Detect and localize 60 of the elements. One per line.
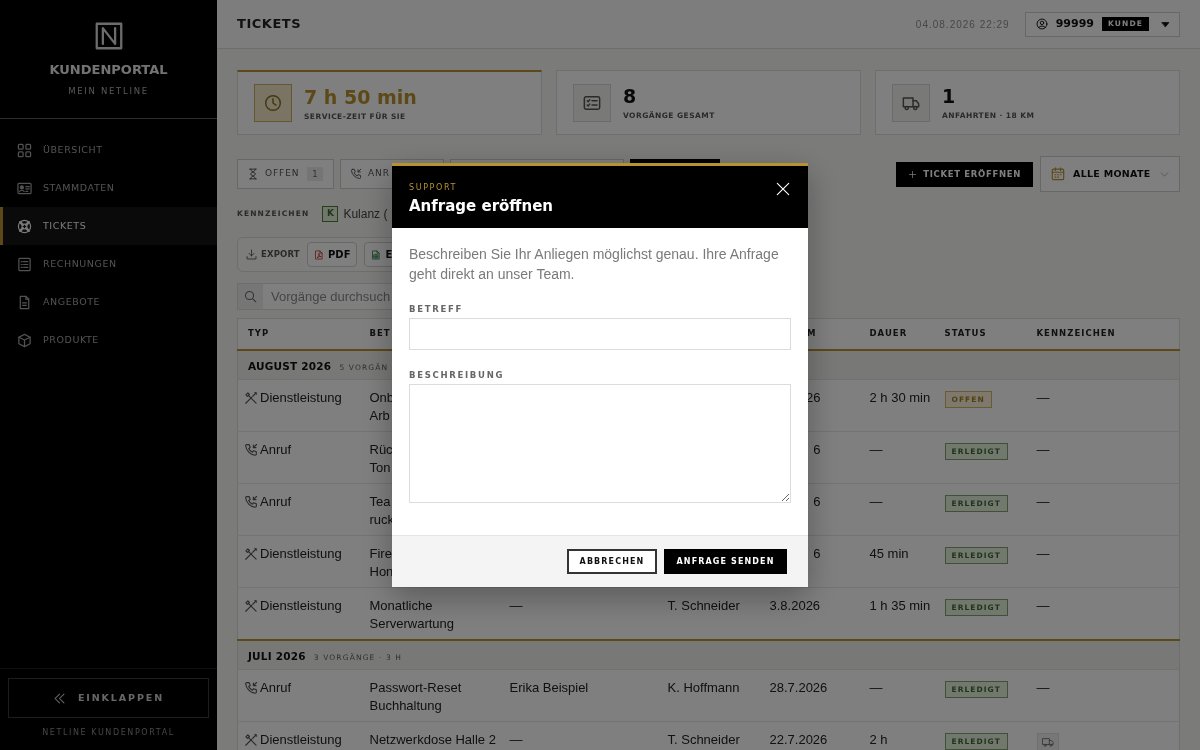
- ticket-date: 6: [813, 494, 821, 509]
- ticket-date: 3.8.2026: [769, 598, 821, 613]
- ticket-date: 6: [813, 546, 821, 561]
- column-header: STATUS: [944, 328, 987, 339]
- ticket-date: 6: [813, 442, 821, 457]
- group-title: JULI 2026: [248, 649, 306, 662]
- contact-name: —: [509, 598, 523, 613]
- page-title: TICKETS: [237, 16, 302, 32]
- ticket-duration: 2 h 30 min: [869, 390, 931, 405]
- field-label: BESCHREIBUNG: [409, 370, 505, 380]
- ticket-duration: 2 h: [869, 732, 888, 747]
- technician-name: K. Hoffmann: [667, 680, 740, 695]
- ticket-duration: —: [869, 494, 883, 509]
- column-header: KENNZEICHEN: [1036, 328, 1116, 339]
- ticket-type: Dienstleistung: [260, 545, 342, 563]
- column-header: TYP: [248, 328, 270, 339]
- ticket-duration: 45 min: [869, 546, 909, 561]
- stat-value: 7 h 50 min: [304, 85, 417, 108]
- ticket-duration: —: [869, 442, 883, 457]
- contact-name: —: [509, 732, 523, 747]
- ticket-type: Anruf: [260, 493, 292, 511]
- ticket-type: Dienstleistung: [260, 597, 342, 615]
- tag-letter: K: [322, 206, 339, 222]
- ticket-subject: Netzwerkdose Halle 2: [369, 731, 496, 749]
- portal-subtitle: MEIN NETLINE: [68, 86, 149, 96]
- stat-value: 1: [942, 85, 957, 107]
- mark-text: —: [1036, 598, 1050, 613]
- dialog-title: Anfrage eröffnen: [409, 196, 554, 216]
- mark-text: —: [1036, 494, 1050, 509]
- ticket-type: Dienstleistung: [260, 731, 342, 749]
- portal-title: KUNDENPORTAL: [49, 62, 168, 78]
- ticket-type: Dienstleistung: [260, 389, 342, 407]
- ticket-type: Anruf: [260, 441, 292, 459]
- technician-name: T. Schneider: [667, 732, 740, 747]
- contact-name: Erika Beispiel: [509, 680, 589, 695]
- dialog-eyebrow: SUPPORT: [409, 183, 457, 193]
- ticket-subject: Fire Hon: [369, 545, 394, 581]
- stat-value: 8: [623, 85, 638, 107]
- ticket-date: 28.7.2026: [769, 680, 828, 695]
- ticket-date: 22.7.2026: [769, 732, 828, 747]
- mark-text: —: [1036, 442, 1050, 457]
- export-label: EXPORT: [261, 248, 300, 261]
- group-title: AUGUST 2026: [248, 359, 332, 372]
- field-label: BETREFF: [409, 304, 463, 314]
- mark-text: —: [1036, 390, 1050, 405]
- ticket-subject: Monatliche Serverwartung: [369, 597, 455, 633]
- sidebar-footer-text: NETLINE KUNDENPORTAL: [42, 728, 175, 738]
- mark-text: —: [1036, 546, 1050, 561]
- technician-name: T. Schneider: [667, 598, 740, 613]
- tab-count: 1: [307, 166, 323, 182]
- ticket-duration: 1 h 35 min: [869, 598, 931, 613]
- ticket-type: Anruf: [260, 679, 292, 697]
- mark-text: —: [1036, 680, 1050, 695]
- column-header: DAUER: [869, 328, 908, 339]
- ticket-subject: Passwort-Reset Buchhaltung: [369, 679, 462, 715]
- dialog-description: Beschreiben Sie Ihr Anliegen möglichst genau. Ihre Anfrage geht direkt an unser Team.: [409, 245, 780, 284]
- ticket-duration: —: [869, 680, 883, 695]
- column-header: BET: [369, 328, 391, 339]
- ticket-subject: Rüc Ton: [369, 441, 393, 477]
- column-header: M: [807, 328, 817, 339]
